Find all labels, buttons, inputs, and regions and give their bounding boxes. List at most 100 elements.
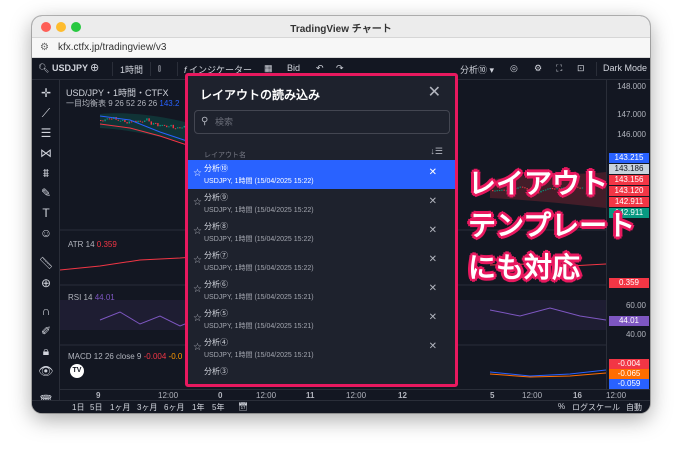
price-source-button[interactable]: Bid — [287, 63, 300, 73]
delete-icon[interactable]: ✕ — [429, 196, 437, 207]
delete-icon[interactable]: ✕ — [429, 254, 437, 265]
layout-item-name: 分析⑥ — [204, 280, 228, 289]
delete-icon[interactable]: ✕ — [429, 225, 437, 236]
time-tick: 16 — [573, 391, 582, 400]
macd-signal-value: -0.0 — [168, 352, 183, 361]
delete-icon[interactable]: ✕ — [429, 283, 437, 294]
gear-icon[interactable]: ⚙ — [534, 63, 542, 74]
candle — [122, 119, 124, 121]
interval-button[interactable]: 1時間 — [120, 63, 143, 76]
url-bar[interactable]: ⚙ kfx.ctfx.jp/tradingview/v3 — [32, 38, 650, 58]
log-scale-toggle[interactable]: ログスケール — [572, 402, 620, 413]
time-tick: 12:00 — [606, 391, 627, 400]
sort-icon[interactable]: ↓☰ — [430, 146, 443, 157]
bottom-toolbar: 1日 5日 1ヶ月 3ヶ月 6ヶ月 1年 5年 📅︎ % ログスケール 自動 — [32, 400, 650, 413]
delete-icon[interactable]: ✕ — [429, 312, 437, 323]
range-6m[interactable]: 6ヶ月 — [164, 402, 184, 413]
macd-tag: -0.004 — [609, 359, 649, 369]
crosshair-icon[interactable]: ✛ — [36, 84, 56, 102]
layout-item[interactable]: ☆ 分析⑨ USDJPY, 1時間 (15/04/2025 15:22) ✕ — [188, 189, 455, 218]
candle — [104, 119, 106, 122]
layout-item[interactable]: ☆ 分析⑥ USDJPY, 1時間 (15/04/2025 15:21) ✕ — [188, 276, 455, 305]
delete-icon[interactable]: ✕ — [429, 167, 437, 178]
brush-icon[interactable]: ✎ — [36, 184, 56, 202]
candle-style-icon[interactable]: ⫾ — [158, 63, 161, 74]
candle — [126, 122, 128, 124]
range-5y[interactable]: 5年 — [212, 402, 224, 413]
layout-item-name: 分析⑩ — [204, 164, 228, 173]
layout-item-name: 分析⑧ — [204, 222, 228, 231]
lock-icon[interactable]: 🔒︎ — [36, 342, 56, 360]
candle — [166, 125, 168, 128]
star-icon[interactable]: ☆ — [193, 313, 202, 324]
layout-name-button[interactable]: 分析⑩ ▾ — [460, 63, 494, 76]
range-1d[interactable]: 1日 — [72, 402, 84, 413]
layout-item-name: 分析③ — [204, 367, 228, 376]
emoji-icon[interactable]: ☺ — [36, 224, 56, 242]
layout-item-details: USDJPY, 1時間 (15/04/2025 15:22) — [204, 207, 314, 214]
candle — [130, 121, 133, 123]
price-tick: 148.000 — [617, 82, 646, 91]
text-icon[interactable]: T — [36, 204, 56, 222]
camera-icon[interactable]: ⊡ — [577, 63, 585, 74]
ruler-icon[interactable]: 📏︎ — [36, 254, 56, 272]
range-5d[interactable]: 5日 — [90, 402, 102, 413]
price-tick: 40.00 — [625, 330, 646, 339]
layout-item-details: USDJPY, 1時間 (15/04/2025 15:22) — [204, 265, 314, 272]
site-settings-icon[interactable]: ⚙ — [40, 42, 49, 53]
candle — [155, 122, 157, 124]
layout-item[interactable]: ☆ 分析⑧ USDJPY, 1時間 (15/04/2025 15:22) ✕ — [188, 218, 455, 247]
pattern-icon[interactable]: ⋈ — [36, 144, 56, 162]
macd-tag: -0.065 — [609, 369, 649, 379]
star-icon[interactable]: ☆ — [193, 342, 202, 353]
trend-line-icon[interactable]: ⟋ — [36, 104, 56, 122]
dark-mode-button[interactable]: Dark Mode — [603, 63, 647, 73]
candle — [137, 120, 139, 123]
layout-item[interactable]: ☆ 分析⑤ USDJPY, 1時間 (15/04/2025 15:21) ✕ — [188, 305, 455, 334]
fullscreen-icon[interactable]: ⛶ — [556, 63, 562, 74]
compare-symbol-icon[interactable]: ⊕ — [90, 61, 99, 74]
star-icon[interactable]: ☆ — [193, 197, 202, 208]
price-tag: 143.215 — [609, 153, 649, 163]
price-tick: 147.000 — [617, 110, 646, 119]
layout-item[interactable]: ☆ 分析⑩ USDJPY, 1時間 (15/04/2025 15:22) ✕ — [188, 160, 455, 189]
eye-icon[interactable]: 👁︎ — [36, 362, 56, 380]
search-box[interactable]: ⚲ — [194, 110, 450, 134]
candle — [139, 120, 141, 122]
range-3m[interactable]: 3ヶ月 — [137, 402, 157, 413]
layout-item[interactable]: ☆ 分析④ USDJPY, 1時間 (15/04/2025 15:21) ✕ — [188, 334, 455, 363]
percent-toggle[interactable]: % — [558, 402, 565, 411]
star-icon[interactable]: ☆ — [193, 226, 202, 237]
drawing-toolbar: ✛ ⟋ ☰ ⋈ ⩩ ✎ T ☺ 📏︎ ⊕ ∩ ✐ 🔒︎ 👁︎ 🗑︎ — [32, 80, 60, 413]
callout-line-1: レイアウト — [468, 168, 609, 199]
delete-icon[interactable]: ✕ — [429, 341, 437, 352]
search-input[interactable] — [215, 114, 435, 130]
layout-item[interactable]: ☆ 分析⑦ USDJPY, 1時間 (15/04/2025 15:22) ✕ — [188, 247, 455, 276]
macd-legend: MACD 12 26 close 9 -0.004 -0.0 — [68, 352, 182, 361]
star-icon[interactable]: ☆ — [193, 168, 202, 179]
layout-item-details: USDJPY, 1時間 (15/04/2025 15:21) — [204, 352, 314, 359]
horizontal-lines-icon[interactable]: ☰ — [36, 124, 56, 142]
time-tick: 5 — [490, 391, 495, 400]
rsi-tag: 44.01 — [609, 316, 649, 326]
star-icon[interactable]: ☆ — [193, 255, 202, 266]
range-1y[interactable]: 1年 — [192, 402, 204, 413]
symbol-search-button[interactable]: 🔍︎ USDJPY — [38, 63, 88, 74]
lock-drawings-icon[interactable]: ✐ — [36, 322, 56, 340]
url-text[interactable]: kfx.ctfx.jp/tradingview/v3 — [58, 42, 166, 53]
auto-scale-toggle[interactable]: 自動 — [626, 402, 642, 413]
close-icon[interactable]: ✕ — [428, 82, 441, 102]
chevron-down-icon: ▾ — [489, 65, 495, 75]
callout-line-2: テンプレート — [468, 210, 636, 241]
zoom-in-icon[interactable]: ⊕ — [36, 274, 56, 292]
range-1m[interactable]: 1ヶ月 — [110, 402, 130, 413]
layout-item[interactable]: ☆ 分析③ — [188, 363, 455, 384]
candle — [181, 127, 183, 129]
calendar-icon[interactable]: 📅︎ — [238, 402, 248, 411]
quick-search-icon[interactable]: ◎ — [510, 63, 518, 74]
dialog-title: レイアウトの読み込み — [200, 88, 321, 102]
magnet-icon[interactable]: ∩ — [36, 302, 56, 320]
fib-icon[interactable]: ⩩ — [36, 164, 56, 182]
star-icon[interactable]: ☆ — [193, 284, 202, 295]
time-tick: 0 — [218, 391, 223, 400]
